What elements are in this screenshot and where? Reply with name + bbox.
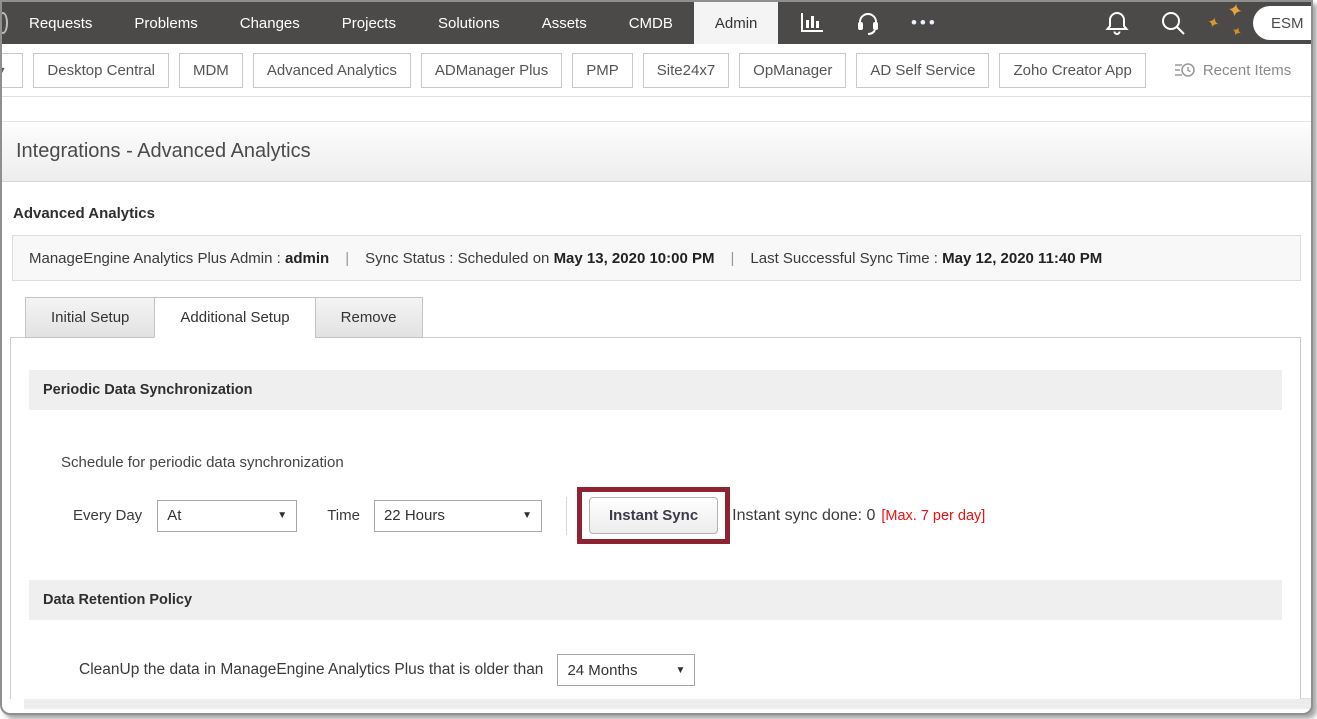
- app-button-opmanager[interactable]: OpManager: [739, 53, 846, 88]
- recent-items-label: Recent Items: [1203, 62, 1291, 79]
- page-title: Integrations - Advanced Analytics: [16, 140, 311, 163]
- nav-item-solutions[interactable]: Solutions: [417, 2, 521, 44]
- nav-item-changes[interactable]: Changes: [219, 2, 321, 44]
- instant-sync-button[interactable]: Instant Sync: [589, 497, 718, 534]
- sync-schedule-row: Every Day At ▼ Time 22 Hours ▼ Instant S…: [73, 487, 1282, 544]
- every-day-label: Every Day: [73, 507, 142, 524]
- recent-items-button[interactable]: Recent Items: [1162, 53, 1304, 87]
- cleanup-period-value: 24 Months: [567, 662, 637, 679]
- history-clock-icon: [1175, 61, 1195, 79]
- ellipsis-icon: •••: [911, 13, 938, 33]
- cleanup-period-select[interactable]: 24 Months ▼: [557, 654, 695, 686]
- chevron-down-icon: ▼: [676, 665, 686, 676]
- instant-sync-highlight: Instant Sync: [577, 487, 730, 544]
- headset-icon: [855, 10, 881, 36]
- analytics-admin-label: ManageEngine Analytics Plus Admin :: [29, 250, 281, 267]
- frequency-select[interactable]: At ▼: [157, 500, 297, 532]
- chevron-down-icon: ▼: [522, 510, 532, 521]
- separator: |: [345, 250, 349, 267]
- search-icon[interactable]: [1145, 2, 1201, 44]
- bar-chart-icon: [800, 12, 824, 34]
- notifications-bell-icon[interactable]: [1089, 2, 1145, 44]
- nav-item-projects[interactable]: Projects: [321, 2, 417, 44]
- support-headset-icon[interactable]: [840, 2, 896, 44]
- sync-status-label: Sync Status : Scheduled on: [365, 250, 549, 267]
- nav-item-requests[interactable]: Requests: [8, 2, 113, 44]
- reports-chart-icon[interactable]: [784, 2, 840, 44]
- more-options-icon[interactable]: •••: [896, 2, 952, 44]
- sparkle-star-icon: ✦: [1225, 0, 1245, 24]
- data-retention-header: Data Retention Policy: [29, 580, 1282, 620]
- tab-remove[interactable]: Remove: [315, 297, 423, 338]
- app-button-ad-self-service[interactable]: AD Self Service: [856, 53, 989, 88]
- last-sync-value: May 12, 2020 11:40 PM: [942, 250, 1102, 267]
- max-per-day-note: [Max. 7 per day]: [881, 508, 985, 524]
- last-sync-label: Last Successful Sync Time :: [750, 250, 938, 267]
- top-navigation: Requests Problems Changes Projects Solut…: [2, 2, 1311, 44]
- analytics-admin-value: admin: [285, 250, 329, 267]
- app-button-desktop-central[interactable]: Desktop Central: [33, 53, 169, 88]
- tab-initial-setup[interactable]: Initial Setup: [25, 297, 154, 338]
- sync-done-count: Instant sync done: 0: [732, 507, 875, 525]
- main-content: Advanced Analytics ManageEngine Analytic…: [2, 182, 1311, 713]
- app-button-pmp[interactable]: PMP: [572, 53, 633, 88]
- bell-icon: [1105, 10, 1129, 36]
- nav-item-problems[interactable]: Problems: [113, 2, 218, 44]
- frequency-value: At: [167, 507, 181, 524]
- divider: [566, 497, 567, 535]
- page-header-band: Integrations - Advanced Analytics: [2, 121, 1311, 182]
- horizontal-scrollbar[interactable]: [24, 698, 1311, 709]
- sparkle-star-icon: ✦: [1228, 22, 1245, 41]
- app-button-admanager-plus[interactable]: ADManager Plus: [421, 53, 562, 88]
- schedule-label: Schedule for periodic data synchronizati…: [61, 454, 1282, 471]
- sparkle-decoration: ✦ ✦ ✦: [1201, 2, 1253, 44]
- setup-tabs: Initial Setup Additional Setup Remove: [25, 297, 1301, 337]
- time-select[interactable]: 22 Hours ▼: [374, 500, 542, 532]
- nav-item-admin[interactable]: Admin: [694, 2, 779, 44]
- app-window: Requests Problems Changes Projects Solut…: [0, 0, 1313, 715]
- cropped-dropdown-button[interactable]: s ▼: [0, 53, 23, 88]
- app-button-zoho-creator-app[interactable]: Zoho Creator App: [999, 53, 1145, 88]
- magnifier-icon: [1160, 10, 1186, 36]
- app-button-site24x7[interactable]: Site24x7: [643, 53, 729, 88]
- sync-status-value: May 13, 2020 10:00 PM: [554, 250, 715, 267]
- sync-status-bar: ManageEngine Analytics Plus Admin : admi…: [12, 235, 1301, 281]
- esm-label: ESM: [1271, 15, 1304, 32]
- advanced-analytics-heading: Advanced Analytics: [13, 205, 1301, 222]
- sparkle-star-icon: ✦: [1205, 12, 1223, 33]
- app-button-mdm[interactable]: MDM: [179, 53, 243, 88]
- nav-item-cmdb[interactable]: CMDB: [608, 2, 694, 44]
- chevron-down-icon: ▼: [277, 510, 287, 521]
- app-button-advanced-analytics[interactable]: Advanced Analytics: [253, 53, 411, 88]
- separator: |: [731, 250, 735, 267]
- chevron-down-icon: ▼: [0, 65, 6, 75]
- time-label: Time: [327, 507, 360, 524]
- periodic-sync-header: Periodic Data Synchronization: [29, 370, 1282, 410]
- nav-item-assets[interactable]: Assets: [521, 2, 608, 44]
- cropped-logo-icon: [0, 12, 8, 34]
- additional-setup-panel: Periodic Data Synchronization Schedule f…: [10, 337, 1301, 699]
- tab-additional-setup[interactable]: Additional Setup: [154, 297, 314, 338]
- topnav-icon-group: •••: [784, 2, 952, 44]
- integration-app-bar: s ▼ Desktop Central MDM Advanced Analyti…: [2, 44, 1311, 97]
- cleanup-row: CleanUp the data in ManageEngine Analyti…: [79, 654, 1282, 686]
- topnav-right-group: ✦ ✦ ✦ ESM: [1089, 2, 1311, 44]
- cleanup-label: CleanUp the data in ManageEngine Analyti…: [79, 661, 543, 679]
- time-value: 22 Hours: [384, 507, 445, 524]
- spacer: [2, 97, 1311, 121]
- esm-toggle-pill[interactable]: ESM: [1253, 6, 1311, 40]
